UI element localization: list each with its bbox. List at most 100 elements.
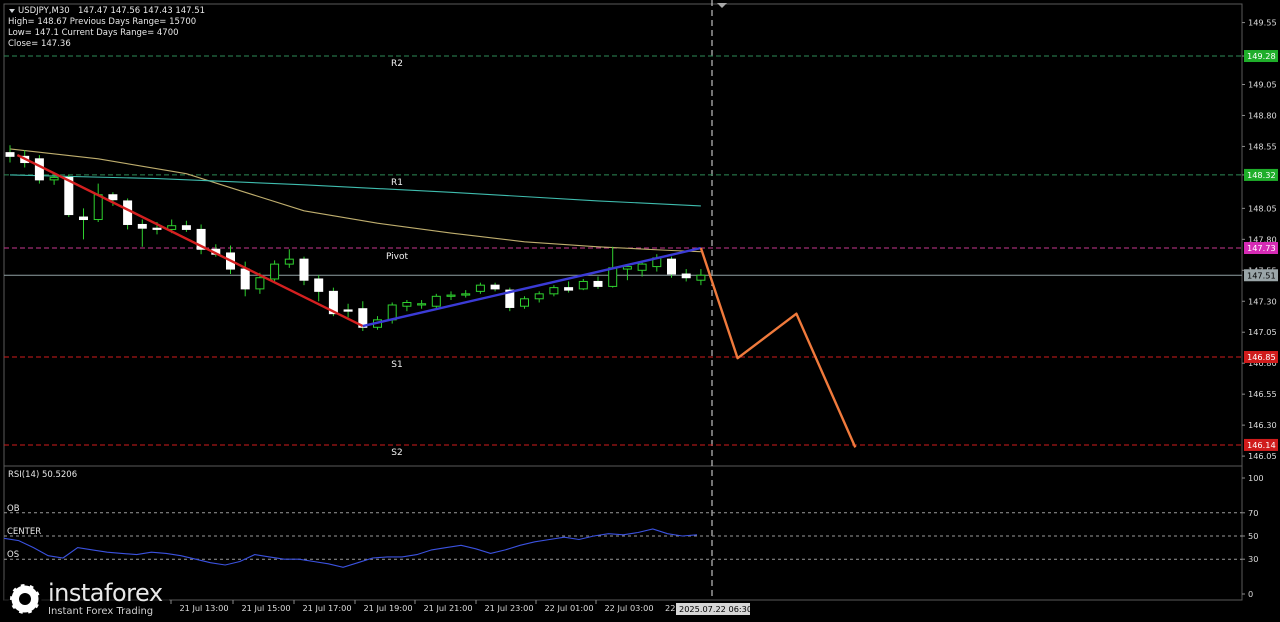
price-label-s1: 146.85	[1247, 352, 1276, 362]
candle-body	[108, 194, 118, 201]
candle-body	[34, 158, 44, 181]
level-label-r2: R2	[391, 59, 403, 69]
y-tick-label: 149.55	[1248, 18, 1277, 28]
y-tick-label: 147.30	[1248, 296, 1277, 306]
candle-body	[343, 309, 353, 312]
x-tick-label: 21 Jul 23:00	[484, 603, 533, 613]
y-tick-label: 148.80	[1248, 110, 1277, 120]
rsi-level-label-ob: OB	[7, 504, 20, 514]
x-tick-label: 22 Jul 03:00	[604, 603, 653, 613]
candle-body	[93, 194, 103, 221]
candle-body	[240, 268, 250, 290]
rsi-header: RSI(14) 50.5206	[8, 470, 77, 480]
x-tick-label: 22 Jul 01:00	[544, 603, 593, 613]
price-label-r1: 148.32	[1247, 170, 1276, 180]
current-time-label: 2025.07.22 06:30	[679, 604, 752, 614]
candle-body	[520, 298, 529, 307]
projection-line	[699, 247, 857, 448]
candle-body	[564, 287, 574, 291]
candle-body	[446, 294, 456, 297]
trend-line-1	[16, 154, 364, 328]
moving-average-2	[9, 174, 701, 207]
candle-body	[270, 263, 280, 280]
x-tick-label-partial: 22	[665, 603, 675, 613]
candle-body	[152, 227, 162, 230]
candle-body	[534, 293, 544, 300]
info-line-close: Close= 147.36	[8, 39, 71, 49]
price-panel-frame	[3, 3, 1243, 467]
x-tick-label: 21 Jul 15:00	[241, 603, 290, 613]
price-label-s2: 146.14	[1247, 440, 1276, 450]
rsi-panel-frame	[3, 465, 1243, 601]
collapse-arrow-icon[interactable]	[9, 9, 15, 13]
y-tick-label: 148.05	[1248, 203, 1277, 213]
x-tick-label: 21 Jul 21:00	[423, 603, 472, 613]
price-axis: 149.55 149.28 149.05 148.80 148.55 148.32 148.…	[1242, 18, 1278, 599]
level-label-s2: S2	[391, 448, 402, 458]
rsi-panel: RSI(14) 50.5206 OB CENTER OS	[3, 470, 1242, 568]
x-tick-label: 21 Jul 19:00	[363, 603, 412, 613]
x-tick-label: 21 Jul 13:00	[179, 603, 228, 613]
y-tick-label: 149.05	[1248, 80, 1277, 90]
instaforex-logo-icon	[8, 582, 42, 616]
time-axis: 21 Jul 13:00 21 Jul 15:00 21 Jul 17:00 21 J…	[170, 600, 752, 615]
symbol-header: USDJPY,M30	[18, 6, 70, 16]
trend-lines	[16, 154, 702, 328]
candle-body	[431, 295, 441, 307]
candle-body	[299, 258, 309, 281]
candle-body	[123, 200, 133, 225]
logo-name: instaforex	[48, 579, 163, 607]
candle-body	[622, 266, 632, 270]
price-label-pivot: 147.73	[1247, 243, 1276, 253]
x-tick-label: 21 Jul 17:00	[302, 603, 351, 613]
trend-line-2	[362, 246, 702, 328]
logo-tagline: Instant Forex Trading	[48, 606, 154, 617]
candlesticks	[5, 145, 706, 331]
moving-average-1	[9, 148, 701, 253]
candle-body	[402, 302, 412, 307]
rsi-tick-label: 70	[1248, 508, 1258, 518]
chart-canvas: R2R1PivotS1S2 RSI(14) 50.5206OBCENTEROS …	[3, 0, 1278, 615]
candle-body	[137, 223, 147, 229]
pivot-levels: R2 R1 Pivot S1 S2	[4, 55, 1242, 458]
info-line-low: Low= 147.1 Current Days Range= 4700	[8, 28, 179, 38]
rsi-level-label-os: OS	[7, 550, 19, 560]
moving-averages	[9, 148, 701, 253]
candle-body	[284, 258, 294, 265]
candle-body	[637, 263, 647, 271]
candle-body	[417, 303, 427, 306]
candle-body	[667, 258, 676, 275]
candle-body	[578, 280, 588, 290]
candle-body	[79, 216, 88, 221]
candle-body	[181, 225, 191, 230]
level-label-s1: S1	[391, 360, 402, 370]
candle-body	[549, 287, 559, 295]
candle-body	[490, 284, 500, 290]
candle-body	[681, 273, 691, 279]
rsi-tick-label: 100	[1248, 473, 1264, 483]
ohlc-header: 147.47 147.56 147.43 147.51	[78, 6, 205, 16]
candle-body	[461, 293, 471, 296]
current-price-label: 147.51	[1247, 270, 1276, 280]
y-tick-label: 147.05	[1248, 327, 1277, 337]
time-marker-icon	[717, 3, 727, 8]
candle-body	[314, 278, 324, 292]
rsi-level-label-center: CENTER	[7, 527, 41, 537]
y-tick-label: 146.55	[1248, 389, 1277, 399]
candle-body	[593, 280, 603, 287]
rsi-line	[3, 528, 698, 568]
chart-header: USDJPY,M30 147.47 147.56 147.43 147.51 H…	[8, 6, 205, 49]
rsi-tick-label: 30	[1248, 554, 1258, 564]
grid-layer	[3, 0, 1243, 601]
level-label-r1: R1	[391, 178, 403, 188]
candle-body	[5, 152, 15, 157]
rsi-tick-label: 0	[1248, 589, 1253, 599]
info-line-high: High= 148.67 Previous Days Range= 15700	[8, 17, 196, 27]
y-tick-label: 146.30	[1248, 420, 1277, 430]
projection-path	[699, 247, 857, 448]
candle-body	[255, 277, 265, 290]
rsi-tick-label: 50	[1248, 531, 1258, 541]
candle-body	[475, 284, 485, 292]
y-tick-label: 148.55	[1248, 141, 1277, 151]
candle-body	[49, 176, 59, 181]
